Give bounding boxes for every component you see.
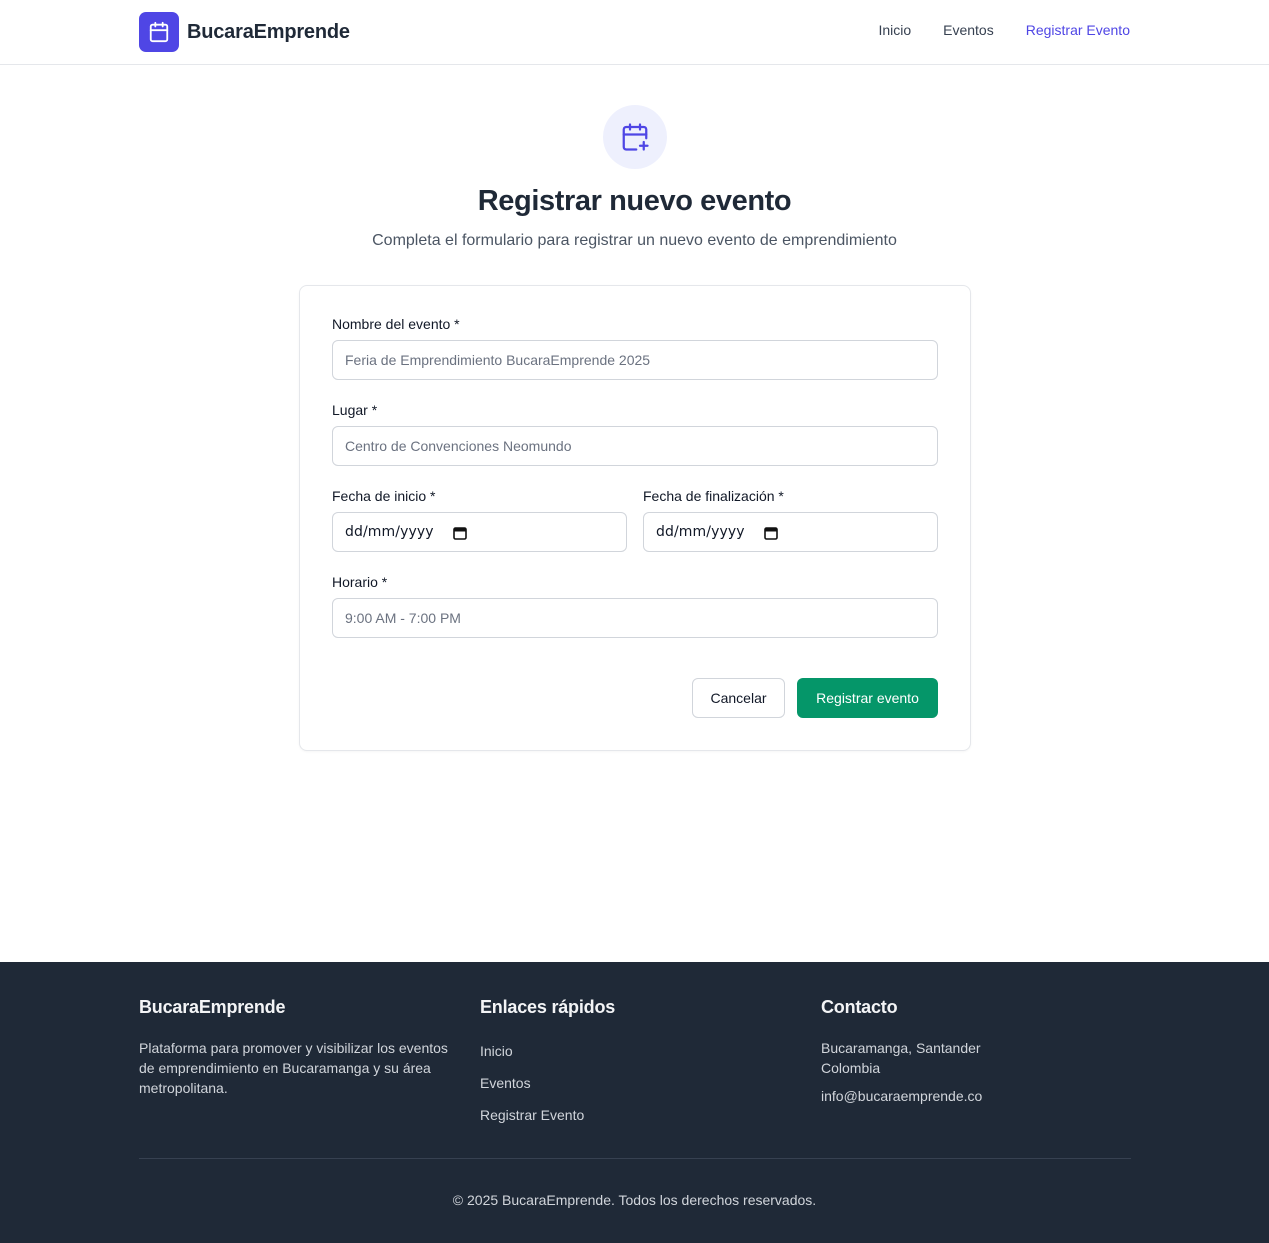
schedule-label: Horario * [332,574,388,590]
footer-link-inicio[interactable]: Inicio [480,1043,513,1059]
schedule-input[interactable] [345,610,925,626]
schedule-field[interactable] [332,598,938,638]
brand[interactable]: BucaraEmprende [139,12,350,52]
footer-contact-address: Bucaramanga, Santander Colombia [821,1040,981,1076]
main-nav: Inicio Eventos Registrar Evento [878,22,1130,38]
footer-link-eventos[interactable]: Eventos [480,1075,531,1091]
start-date-label: Fecha de inicio * [332,488,436,504]
end-date-label: Fecha de finalización * [643,488,784,504]
nav-link-inicio[interactable]: Inicio [878,22,911,38]
event-name-input[interactable] [345,352,925,368]
calendar-picker-icon[interactable] [764,526,778,545]
start-date-value: dd/mm/yyyy [345,524,434,540]
place-field[interactable] [332,426,938,466]
page-subtitle: Completa el formulario para registrar un… [372,232,897,249]
brand-name: BucaraEmprende [187,20,350,43]
calendar-picker-icon[interactable] [453,526,467,545]
end-date-value: dd/mm/yyyy [656,524,745,540]
footer-copyright: © 2025 BucaraEmprende. Todos los derecho… [452,1192,817,1208]
place-input[interactable] [345,438,925,454]
calendar-plus-icon [603,105,667,169]
calendar-icon [139,12,179,52]
footer-brand-title: BucaraEmprende [139,997,286,1017]
event-name-label: Nombre del evento * [332,316,460,332]
nav-link-eventos[interactable]: Eventos [943,22,994,38]
nav-link-registrar-evento[interactable]: Registrar Evento [1026,22,1130,38]
footer-links-title: Enlaces rápidos [480,997,616,1017]
footer-contact-email: info@bucaraemprende.co [821,1088,983,1104]
place-label: Lugar * [332,402,378,418]
footer-about-text: Plataforma para promover y visibilizar l… [139,1040,448,1096]
register-event-button[interactable]: Registrar evento [797,678,938,718]
footer: BucaraEmprende Plataforma para promover … [0,962,1269,1243]
page-title: Registrar nuevo evento [477,185,792,217]
end-date-input[interactable]: dd/mm/yyyy [643,512,938,552]
top-header: BucaraEmprende Inicio Eventos Registrar … [0,0,1269,65]
cancel-button[interactable]: Cancelar [692,678,785,718]
footer-link-registrar-evento[interactable]: Registrar Evento [480,1107,584,1123]
start-date-input[interactable]: dd/mm/yyyy [332,512,627,552]
footer-divider [139,1158,1131,1159]
event-name-field[interactable] [332,340,938,380]
footer-contact-title: Contacto [821,997,898,1017]
